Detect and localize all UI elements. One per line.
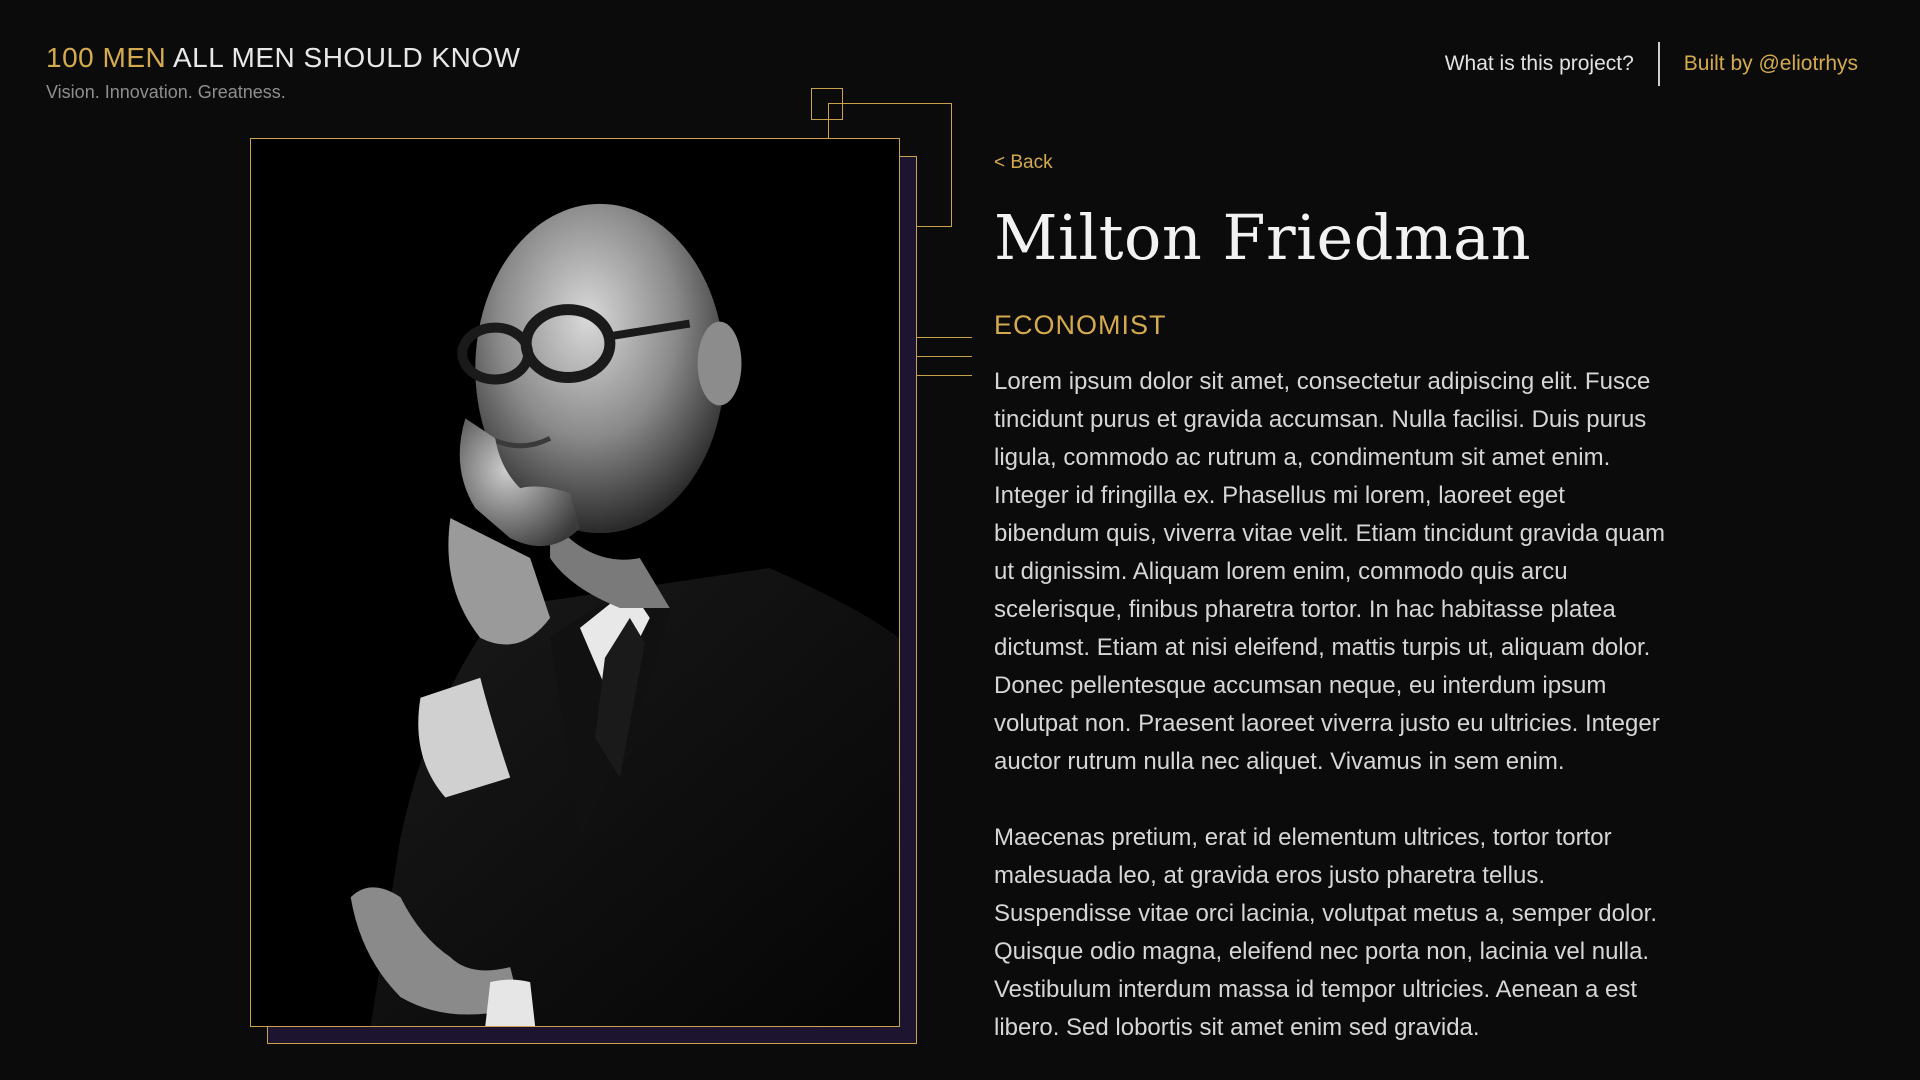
bio-paragraph: Maecenas pretium, erat id elementum ultr… [994, 824, 1658, 1042]
back-link[interactable]: < Back [994, 152, 1053, 174]
portrait-image [251, 139, 899, 1026]
profile-content: < Back Milton Friedman ECONOMIST Lorem i… [994, 152, 1674, 1080]
bio-paragraph: Lorem ipsum dolor sit amet, consectetur … [994, 368, 1665, 776]
person-role: ECONOMIST [994, 310, 1167, 341]
project-info-link[interactable]: What is this project? [1445, 52, 1634, 76]
author-link[interactable]: Built by @eliotrhys [1684, 52, 1858, 76]
site-title-rest: ALL MEN SHOULD KNOW [166, 42, 521, 73]
portrait-photo [250, 138, 900, 1027]
site-title-accent: 100 MEN [46, 42, 167, 73]
nav-divider [1657, 42, 1660, 86]
site-tagline: Vision. Innovation. Greatness. [46, 82, 286, 102]
person-name: Milton Friedman [994, 201, 1532, 274]
site-title[interactable]: 100 MEN ALL MEN SHOULD KNOW [46, 42, 521, 74]
brand: 100 MEN ALL MEN SHOULD KNOW Vision. Inno… [46, 42, 521, 103]
page: 100 MEN ALL MEN SHOULD KNOW Vision. Inno… [0, 0, 1920, 1080]
top-nav: What is this project? Built by @eliotrhy… [1445, 42, 1858, 86]
biography: Lorem ipsum dolor sit amet, consectetur … [994, 363, 1674, 1047]
